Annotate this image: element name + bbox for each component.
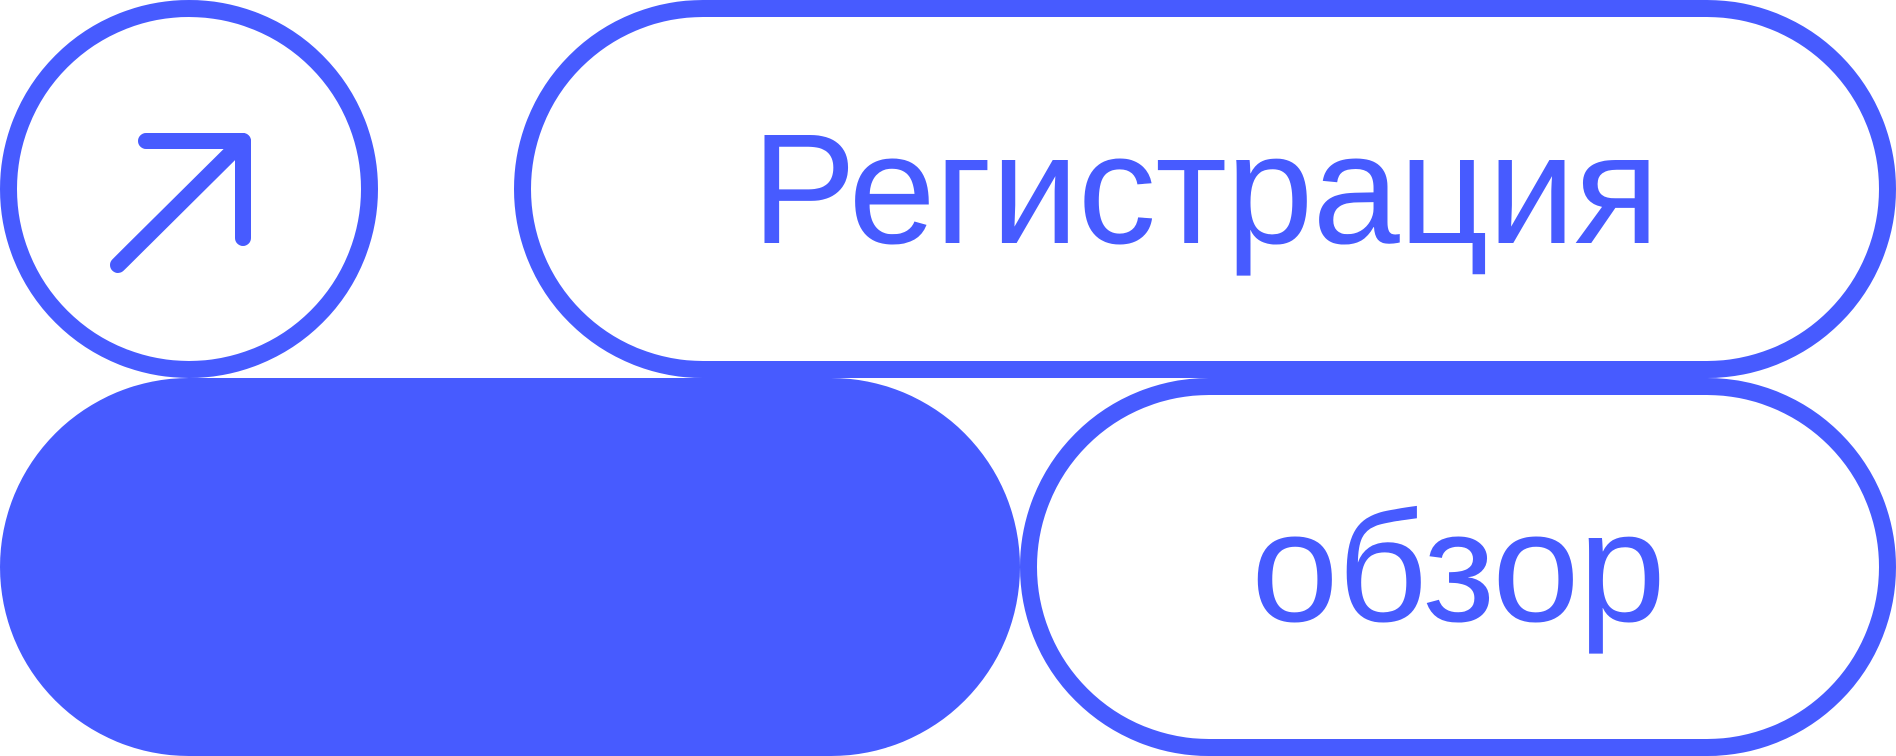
filled-blank-button[interactable] — [0, 378, 1020, 756]
register-button[interactable]: Регистрация — [514, 0, 1896, 378]
review-button[interactable]: обзор — [1020, 378, 1896, 756]
review-button-label: обзор — [1251, 479, 1666, 655]
arrow-up-right-icon — [89, 89, 289, 289]
arrow-link-button[interactable] — [0, 0, 378, 378]
register-button-label: Регистрация — [751, 101, 1660, 277]
